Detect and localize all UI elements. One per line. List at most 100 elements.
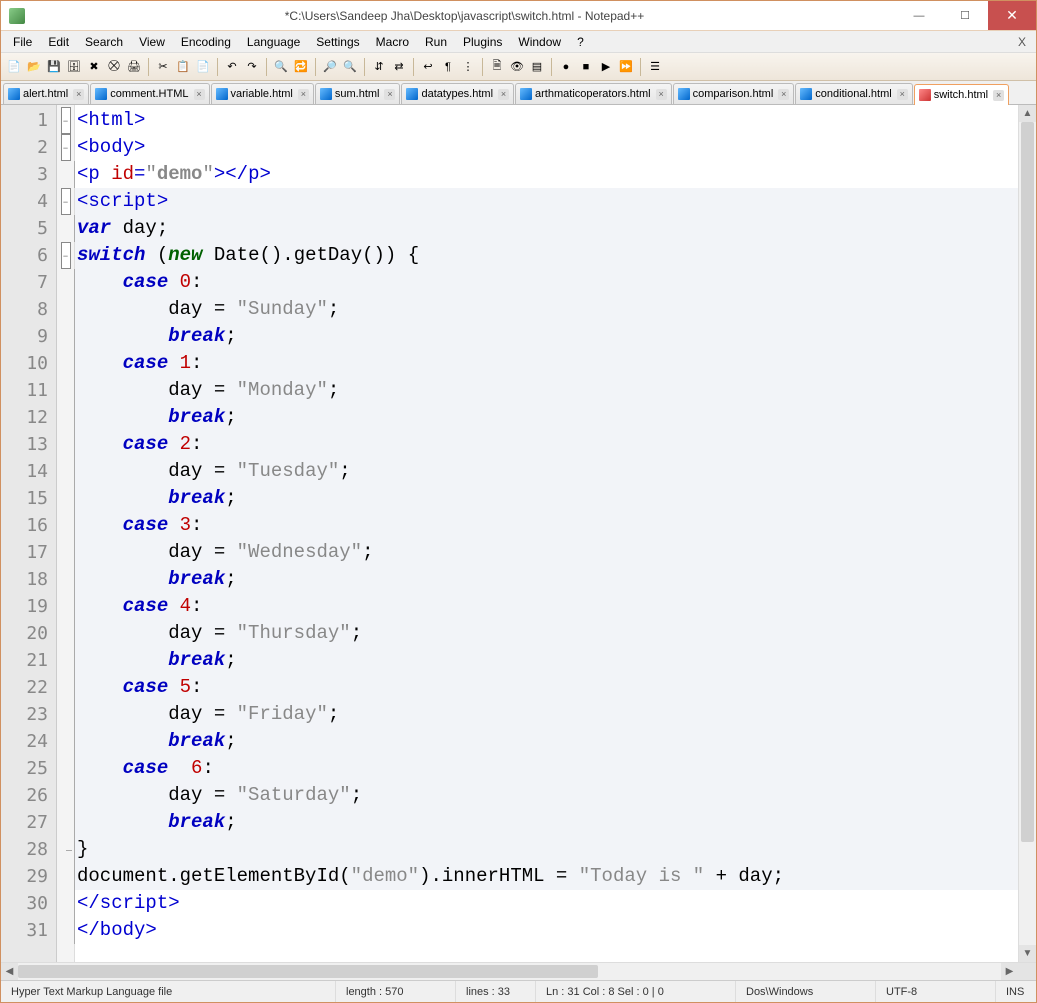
menu-window[interactable]: Window bbox=[510, 33, 569, 51]
scroll-down-icon[interactable]: ▼ bbox=[1019, 945, 1036, 962]
tab-arthmaticoperators-html[interactable]: arthmaticoperators.html× bbox=[515, 83, 672, 104]
play-multi-icon[interactable]: ⏩ bbox=[617, 58, 635, 76]
code-line[interactable]: break; bbox=[75, 404, 1018, 431]
tab-comparison-html[interactable]: comparison.html× bbox=[673, 83, 795, 104]
tab-close-icon[interactable]: × bbox=[73, 89, 84, 100]
fold-marker[interactable]: − bbox=[57, 242, 74, 269]
menu-language[interactable]: Language bbox=[239, 33, 308, 51]
line-number[interactable]: 2 bbox=[1, 134, 56, 161]
doc-map-icon[interactable]: ▤ bbox=[528, 58, 546, 76]
code-line[interactable]: case 2: bbox=[75, 431, 1018, 458]
fold-marker[interactable] bbox=[57, 485, 74, 512]
fold-marker[interactable] bbox=[57, 674, 74, 701]
code-line[interactable]: </script> bbox=[75, 890, 1018, 917]
code-line[interactable]: break; bbox=[75, 809, 1018, 836]
code-line[interactable]: <p id="demo"></p> bbox=[75, 161, 1018, 188]
code-line[interactable]: case 3: bbox=[75, 512, 1018, 539]
lang-icon[interactable]: 🗎 bbox=[488, 58, 506, 76]
code-line[interactable]: day = "Wednesday"; bbox=[75, 539, 1018, 566]
fold-marker[interactable] bbox=[57, 404, 74, 431]
fold-marker[interactable] bbox=[57, 269, 74, 296]
tab-close-icon[interactable]: × bbox=[897, 89, 908, 100]
tab-close-icon[interactable]: × bbox=[656, 89, 667, 100]
fold-marker[interactable] bbox=[57, 701, 74, 728]
open-file-icon[interactable]: 📂 bbox=[25, 58, 43, 76]
line-number[interactable]: 11 bbox=[1, 377, 56, 404]
code-line[interactable]: day = "Sunday"; bbox=[75, 296, 1018, 323]
line-number-gutter[interactable]: 1234567891011121314151617181920212223242… bbox=[1, 105, 57, 962]
fold-marker[interactable] bbox=[57, 323, 74, 350]
code-line[interactable]: case 6: bbox=[75, 755, 1018, 782]
code-line[interactable]: day = "Saturday"; bbox=[75, 782, 1018, 809]
close-button[interactable]: ✕ bbox=[988, 1, 1036, 30]
menu-run[interactable]: Run bbox=[417, 33, 455, 51]
fold-marker[interactable]: − bbox=[57, 134, 74, 161]
code-line[interactable]: case 0: bbox=[75, 269, 1018, 296]
fold-marker[interactable] bbox=[57, 161, 74, 188]
line-number[interactable]: 13 bbox=[1, 431, 56, 458]
print-icon[interactable]: 🖨 bbox=[125, 58, 143, 76]
tab-variable-html[interactable]: variable.html× bbox=[211, 83, 314, 104]
line-number[interactable]: 10 bbox=[1, 350, 56, 377]
fold-marker[interactable] bbox=[57, 809, 74, 836]
menu-settings[interactable]: Settings bbox=[308, 33, 367, 51]
tab-comment-html[interactable]: comment.HTML× bbox=[90, 83, 209, 104]
fold-marker[interactable] bbox=[57, 863, 74, 890]
code-line[interactable]: break; bbox=[75, 323, 1018, 350]
line-number[interactable]: 18 bbox=[1, 566, 56, 593]
save-icon[interactable]: 💾 bbox=[45, 58, 63, 76]
code-line[interactable]: var day; bbox=[75, 215, 1018, 242]
code-line[interactable]: </body> bbox=[75, 917, 1018, 944]
fold-marker[interactable] bbox=[57, 431, 74, 458]
menu-help[interactable]: ? bbox=[569, 33, 592, 51]
code-line[interactable]: <script> bbox=[75, 188, 1018, 215]
line-number[interactable]: 15 bbox=[1, 485, 56, 512]
sync-h-icon[interactable]: ⇄ bbox=[390, 58, 408, 76]
new-file-icon[interactable]: 📄 bbox=[5, 58, 23, 76]
scroll-thumb[interactable] bbox=[1021, 122, 1034, 842]
zoom-out-icon[interactable]: 🔍 bbox=[341, 58, 359, 76]
fold-marker[interactable] bbox=[57, 782, 74, 809]
horizontal-scrollbar[interactable]: ◀ ▶ bbox=[1, 962, 1036, 980]
code-line[interactable]: break; bbox=[75, 647, 1018, 674]
code-line[interactable]: case 1: bbox=[75, 350, 1018, 377]
line-number[interactable]: 17 bbox=[1, 539, 56, 566]
fold-marker[interactable] bbox=[57, 539, 74, 566]
fold-marker[interactable] bbox=[57, 458, 74, 485]
code-line[interactable]: switch (new Date().getDay()) { bbox=[75, 242, 1018, 269]
line-number[interactable]: 4 bbox=[1, 188, 56, 215]
show-all-icon[interactable]: ¶ bbox=[439, 58, 457, 76]
hscroll-thumb[interactable] bbox=[18, 965, 598, 978]
fold-marker[interactable]: − bbox=[57, 107, 74, 134]
code-line[interactable]: break; bbox=[75, 485, 1018, 512]
line-number[interactable]: 29 bbox=[1, 863, 56, 890]
fold-marker[interactable] bbox=[57, 593, 74, 620]
tab-close-icon[interactable]: × bbox=[993, 90, 1004, 101]
tab-conditional-html[interactable]: conditional.html× bbox=[795, 83, 912, 104]
line-number[interactable]: 31 bbox=[1, 917, 56, 944]
replace-icon[interactable]: 🔁 bbox=[292, 58, 310, 76]
line-number[interactable]: 3 bbox=[1, 161, 56, 188]
code-line[interactable]: <body> bbox=[75, 134, 1018, 161]
close-icon[interactable]: ✖ bbox=[85, 58, 103, 76]
tab-close-icon[interactable]: × bbox=[298, 89, 309, 100]
fold-marker[interactable]: − bbox=[57, 188, 74, 215]
code-line[interactable]: } bbox=[75, 836, 1018, 863]
line-number[interactable]: 25 bbox=[1, 755, 56, 782]
fold-marker[interactable] bbox=[57, 755, 74, 782]
line-number[interactable]: 16 bbox=[1, 512, 56, 539]
line-number[interactable]: 12 bbox=[1, 404, 56, 431]
copy-icon[interactable]: 📋 bbox=[174, 58, 192, 76]
undo-icon[interactable]: ↶ bbox=[223, 58, 241, 76]
tab-close-icon[interactable]: × bbox=[384, 89, 395, 100]
fold-marker[interactable] bbox=[57, 620, 74, 647]
scroll-up-icon[interactable]: ▲ bbox=[1019, 105, 1036, 122]
line-number[interactable]: 5 bbox=[1, 215, 56, 242]
fold-marker[interactable] bbox=[57, 377, 74, 404]
close-all-icon[interactable]: ⛒ bbox=[105, 58, 123, 76]
line-number[interactable]: 26 bbox=[1, 782, 56, 809]
fold-marker[interactable] bbox=[57, 350, 74, 377]
fold-marker[interactable] bbox=[57, 890, 74, 917]
line-number[interactable]: 24 bbox=[1, 728, 56, 755]
menu-macro[interactable]: Macro bbox=[368, 33, 417, 51]
